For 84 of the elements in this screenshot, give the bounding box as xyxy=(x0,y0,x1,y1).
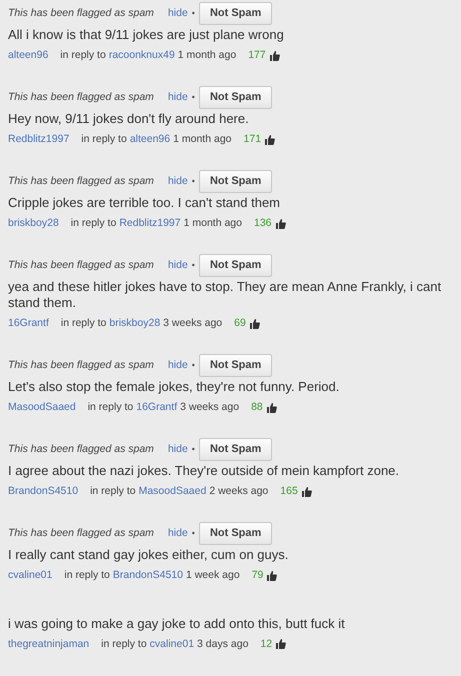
thumbs-up-icon[interactable] xyxy=(270,51,280,62)
author-link[interactable]: thegreatninjaman xyxy=(8,636,90,652)
comment-time: 3 weeks ago xyxy=(180,400,240,415)
spam-flag-text: This has been flagged as spam xyxy=(8,260,154,271)
vote-count: 12 xyxy=(260,636,272,652)
reply-label: in reply to xyxy=(81,132,127,148)
hide-link[interactable]: hide xyxy=(168,92,188,103)
thumbs-up-icon[interactable] xyxy=(276,639,286,650)
reply-label: in reply to xyxy=(101,636,147,652)
separator-dot: • xyxy=(192,528,195,538)
author-link[interactable]: Redblitz1997 xyxy=(8,132,70,148)
vote-count: 165 xyxy=(280,484,298,499)
spam-flag-text: This has been flagged as spam xyxy=(8,444,154,455)
hide-link[interactable]: hide xyxy=(168,528,188,538)
not-spam-button[interactable]: Not Spam xyxy=(198,522,272,545)
not-spam-button[interactable]: Not Spam xyxy=(198,170,272,194)
separator-dot: • xyxy=(192,360,195,370)
comment-text: I agree about the nazi jokes. They're outside of mein kampfort zone. xyxy=(8,462,400,479)
separator-dot: • xyxy=(192,176,195,186)
separator-dot: • xyxy=(192,93,195,102)
reply-to-link[interactable]: briskboy28 xyxy=(109,316,160,332)
author-link[interactable]: BrandonS4510 xyxy=(8,484,78,500)
vote-count: 136 xyxy=(254,216,272,232)
separator-dot: • xyxy=(192,260,195,270)
separator-dot: • xyxy=(192,444,195,454)
reply-to-link[interactable]: Redblitz1997 xyxy=(119,216,181,232)
comment-time: 1 week ago xyxy=(186,568,240,583)
vote-count: 79 xyxy=(252,568,264,583)
comment-time: 1 month ago xyxy=(173,132,232,148)
comment-text: i was going to make a gay joke to add onto this, butt fuck it xyxy=(8,616,346,632)
comment-text: yea and these hitler jokes have to stop. They are mean Anne Frankly, i cant stand them. xyxy=(8,279,442,311)
reply-to-link[interactable]: BrandonS4510 xyxy=(112,568,183,584)
hide-link[interactable]: hide xyxy=(168,8,188,19)
comment-text: Cripple jokes are terrible too. I can't stand them xyxy=(8,195,282,212)
hide-link[interactable]: hide xyxy=(168,360,188,371)
author-link[interactable]: alteen96 xyxy=(8,48,48,64)
hide-link[interactable]: hide xyxy=(168,260,188,271)
thumbs-up-icon[interactable] xyxy=(302,486,312,497)
thumbs-up-icon[interactable] xyxy=(266,402,277,413)
author-link[interactable]: MasoodSaaed xyxy=(8,400,76,416)
comment-time: 1 month ago xyxy=(184,216,242,232)
not-spam-button[interactable]: Not Spam xyxy=(198,354,272,377)
author-link[interactable]: cvaline01 xyxy=(8,568,52,584)
reply-label: in reply to xyxy=(70,216,116,232)
reply-label: in reply to xyxy=(88,400,134,415)
hide-link[interactable]: hide xyxy=(168,444,188,455)
reply-label: in reply to xyxy=(90,484,136,499)
reply-label: in reply to xyxy=(60,48,106,64)
not-spam-button[interactable]: Not Spam xyxy=(198,438,272,461)
reply-to-link[interactable]: 16Grantf xyxy=(136,400,178,416)
author-link[interactable]: briskboy28 xyxy=(8,216,59,232)
comment-text: All i know is that 9/11 jokes are just plane wrong xyxy=(8,27,285,44)
comment-text: Hey now, 9/11 jokes don't fly around here. xyxy=(8,111,250,128)
not-spam-button[interactable]: Not Spam xyxy=(198,2,272,26)
not-spam-button[interactable]: Not Spam xyxy=(198,86,272,110)
comment-time: 3 days ago xyxy=(197,636,248,652)
reply-to-link[interactable]: MasoodSaaed xyxy=(138,484,206,500)
author-link[interactable]: 16Grantf xyxy=(8,316,49,332)
comment-text: I really cant stand gay jokes either, cum on guys. xyxy=(8,546,290,563)
reply-to-link[interactable]: racoonknux49 xyxy=(108,48,175,64)
vote-count: 88 xyxy=(251,400,263,415)
comment-text: Let's also stop the female jokes, they're not funny. Period. xyxy=(8,378,340,395)
reply-label: in reply to xyxy=(60,316,106,331)
spam-flag-text: This has been flagged as spam xyxy=(8,92,154,103)
thumbs-up-icon[interactable] xyxy=(267,570,278,581)
vote-count: 171 xyxy=(244,132,262,148)
thumbs-up-icon[interactable] xyxy=(265,135,276,145)
separator-dot: • xyxy=(192,9,195,18)
thumbs-up-icon[interactable] xyxy=(276,218,286,229)
spam-flag-text: This has been flagged as spam xyxy=(8,360,154,371)
thumbs-up-icon[interactable] xyxy=(250,318,260,329)
vote-count: 69 xyxy=(234,316,246,331)
reply-to-link[interactable]: alteen96 xyxy=(130,132,170,148)
spam-flag-text: This has been flagged as spam xyxy=(8,176,154,187)
reply-to-link[interactable]: cvaline01 xyxy=(150,636,194,652)
spam-flag-text: This has been flagged as spam xyxy=(8,528,154,538)
hide-link[interactable]: hide xyxy=(168,176,188,187)
comment-time: 1 month ago xyxy=(178,48,236,64)
reply-label: in reply to xyxy=(64,568,110,583)
comment-time: 2 weeks ago xyxy=(209,484,268,499)
comment-time: 3 weeks ago xyxy=(163,316,222,331)
vote-count: 177 xyxy=(248,48,266,64)
spam-flag-text: This has been flagged as spam xyxy=(8,8,154,19)
not-spam-button[interactable]: Not Spam xyxy=(198,254,272,277)
